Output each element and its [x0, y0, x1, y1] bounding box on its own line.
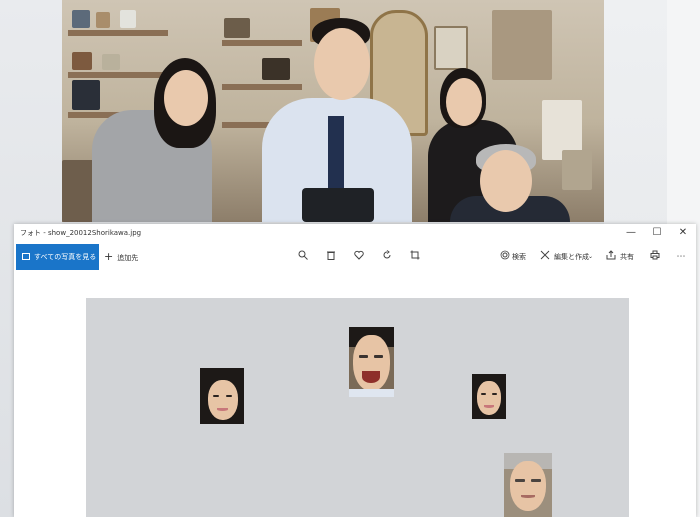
face	[446, 78, 482, 126]
more-options-icon[interactable]: ⋯	[674, 250, 688, 264]
mouth	[521, 495, 535, 498]
close-button[interactable]: ✕	[676, 226, 690, 240]
picture-frame	[262, 58, 290, 80]
face-woman-right[interactable]	[472, 374, 506, 419]
eye	[226, 395, 232, 397]
tie	[328, 116, 344, 190]
appliance	[562, 150, 592, 190]
see-all-photos-label: すべての写真を見る	[34, 253, 97, 261]
toolbar: すべての写真を見る + 追加先 検索 編集と作成 ⌄ 共有 ⋯	[14, 244, 696, 270]
edit-create-icon[interactable]	[538, 250, 552, 264]
face	[314, 28, 370, 100]
eye	[481, 393, 486, 395]
rotate-icon[interactable]	[380, 250, 394, 264]
shelf-item	[120, 10, 136, 28]
share-label[interactable]: 共有	[620, 244, 634, 270]
chevron-down-icon[interactable]: ⌄	[588, 244, 593, 270]
mouth	[217, 408, 228, 411]
search-people-icon[interactable]	[498, 250, 512, 264]
bulletin-board	[492, 10, 552, 80]
glasses	[374, 355, 383, 358]
search-label[interactable]: 検索	[512, 244, 526, 270]
shelf-item	[96, 12, 110, 28]
add-to-label: 追加先	[117, 254, 139, 262]
skin	[477, 381, 501, 415]
photos-icon	[22, 253, 30, 260]
face-man-bottom[interactable]	[504, 453, 552, 517]
shelf-item	[72, 80, 100, 110]
picture-frame	[434, 26, 468, 70]
shelf	[68, 30, 168, 36]
add-to-button[interactable]: + 追加先	[104, 244, 138, 270]
edit-create-label[interactable]: 編集と作成	[554, 244, 589, 270]
face	[480, 150, 532, 212]
maximize-button[interactable]: ☐	[650, 226, 664, 240]
shelf	[222, 84, 302, 90]
zoom-icon[interactable]	[296, 250, 310, 264]
print-icon[interactable]	[648, 250, 662, 264]
skin	[510, 461, 546, 511]
mouth	[362, 371, 380, 383]
heart-icon[interactable]	[352, 250, 366, 264]
skin	[208, 380, 238, 420]
shelf-item	[72, 52, 92, 70]
plus-icon: +	[104, 250, 114, 263]
glasses	[359, 355, 368, 358]
title-bar: フォト - show_20012Shorikawa.jpg — ☐ ✕	[14, 224, 696, 244]
minimize-button[interactable]: —	[624, 226, 638, 240]
photo-canvas	[86, 298, 629, 517]
shelf	[222, 40, 302, 46]
share-icon[interactable]	[604, 250, 618, 264]
see-all-photos-button[interactable]: すべての写真を見る	[16, 244, 99, 270]
window-title: フォト - show_20012Shorikawa.jpg	[20, 229, 142, 237]
glasses	[515, 479, 525, 482]
shelf-item	[72, 10, 90, 28]
eye	[213, 395, 219, 397]
trash-icon[interactable]	[324, 250, 338, 264]
eye	[492, 393, 497, 395]
photos-app-window: フォト - show_20012Shorikawa.jpg — ☐ ✕ すべての…	[14, 224, 696, 517]
crop-icon[interactable]	[408, 250, 422, 264]
shelf	[68, 72, 168, 78]
picture-frame	[224, 18, 250, 38]
face-man-center[interactable]	[349, 327, 394, 397]
background-photo	[62, 0, 604, 222]
tablet	[302, 188, 374, 222]
face	[164, 70, 208, 126]
face-woman-left[interactable]	[200, 368, 244, 424]
glasses	[531, 479, 541, 482]
shirt	[349, 389, 394, 397]
mouth	[484, 405, 494, 408]
shelf-item	[102, 54, 120, 70]
